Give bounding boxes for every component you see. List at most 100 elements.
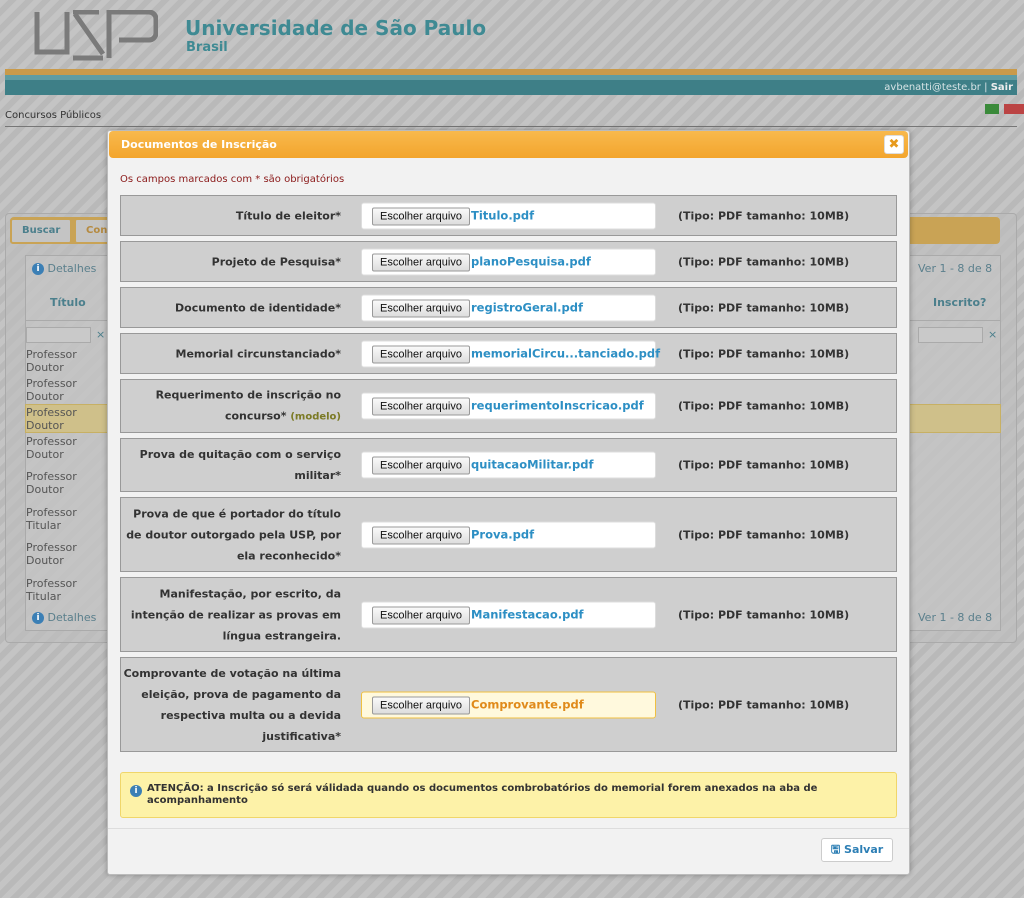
- cell-title: Professor: [26, 541, 77, 554]
- info-icon: i: [32, 612, 44, 624]
- file-input[interactable]: Escolher arquivo memorialCircu...tanciad…: [361, 340, 660, 367]
- choose-file-button[interactable]: Escolher arquivo: [372, 526, 470, 544]
- document-row: Documento de identidade* Escolher arquiv…: [120, 287, 897, 328]
- grid-row[interactable]: Professor Titular: [26, 506, 77, 532]
- field-label-text: Prova de que é portador do título de dou…: [126, 507, 341, 562]
- file-input[interactable]: Escolher arquivo registroGeral.pdf: [361, 294, 656, 321]
- details-label: Detalhes: [47, 611, 97, 624]
- divider: [108, 828, 909, 829]
- choose-file-button[interactable]: Escolher arquivo: [372, 207, 470, 225]
- document-row: Prova de que é portador do título de dou…: [120, 497, 897, 572]
- cell-title: Doutor: [26, 390, 64, 403]
- column-titulo[interactable]: Título: [50, 296, 86, 309]
- file-input[interactable]: Escolher arquivo requerimentoInscricao.p…: [361, 392, 656, 420]
- cell-title: Professor: [26, 435, 77, 448]
- file-type-hint: (Tipo: PDF tamanho: 10MB): [678, 698, 850, 711]
- cell-title: Doutor: [26, 448, 64, 461]
- file-input[interactable]: Escolher arquivo Titulo.pdf: [361, 202, 656, 229]
- save-button[interactable]: 🖫 Salvar: [821, 838, 893, 862]
- filter-inscrito-input[interactable]: [918, 327, 983, 343]
- field-label: Título de eleitor*: [121, 205, 341, 226]
- choose-file-button[interactable]: Escolher arquivo: [372, 299, 470, 317]
- grid-row[interactable]: Professor Doutor: [26, 435, 77, 461]
- modelo-link[interactable]: (modelo): [290, 412, 341, 423]
- cell-title: Professor: [26, 406, 77, 419]
- field-label-text: Projeto de Pesquisa*: [211, 255, 341, 268]
- file-name: planoPesquisa.pdf: [471, 254, 591, 268]
- file-type-hint: (Tipo: PDF tamanho: 10MB): [678, 608, 850, 621]
- choose-file-button[interactable]: Escolher arquivo: [372, 456, 470, 475]
- field-label-text: Título de eleitor*: [235, 209, 341, 222]
- details-bottom[interactable]: i Detalhes: [32, 611, 96, 624]
- file-input[interactable]: Escolher arquivo Comprovante.pdf: [361, 691, 656, 718]
- file-type-hint: (Tipo: PDF tamanho: 10MB): [678, 399, 850, 413]
- field-label: Prova de que é portador do título de dou…: [121, 503, 341, 566]
- filter-clear-button[interactable]: ×: [96, 328, 105, 341]
- cell-title: Doutor: [26, 554, 64, 567]
- column-inscrito[interactable]: Inscrito?: [933, 296, 986, 309]
- brazil-flag-icon[interactable]: [985, 104, 999, 114]
- field-label: Manifestação, por escrito, da intenção d…: [121, 583, 341, 646]
- grid-row[interactable]: Professor Doutor: [26, 377, 77, 403]
- cell-title: Professor: [26, 506, 77, 519]
- uk-flag-icon[interactable]: [1004, 104, 1024, 114]
- site-title: Universidade de São Paulo: [185, 16, 487, 40]
- field-label: Memorial circunstanciado*: [121, 343, 342, 364]
- field-label-text: Manifestação, por escrito, da intenção d…: [130, 587, 341, 642]
- filter-titulo-input[interactable]: [26, 327, 91, 343]
- field-label-text: Documento de identidade*: [175, 301, 341, 314]
- cell-title: Professor: [26, 577, 77, 590]
- field-label-text: Memorial circunstanciado*: [175, 347, 342, 360]
- choose-file-button[interactable]: Escolher arquivo: [372, 345, 470, 363]
- choose-file-button[interactable]: Escolher arquivo: [372, 606, 470, 624]
- file-input[interactable]: Escolher arquivo planoPesquisa.pdf: [361, 248, 656, 275]
- file-input[interactable]: Escolher arquivo Prova.pdf: [361, 521, 656, 548]
- field-label-text: Comprovante de votação na última eleição…: [123, 666, 341, 743]
- info-icon: i: [32, 263, 44, 275]
- close-icon[interactable]: ✖: [884, 135, 904, 154]
- grid-row[interactable]: Professor Doutor: [26, 470, 77, 496]
- breadcrumb[interactable]: Concursos Públicos: [5, 110, 101, 121]
- grid-row[interactable]: Professor Doutor: [26, 541, 77, 567]
- choose-file-button[interactable]: Escolher arquivo: [372, 253, 470, 271]
- file-type-hint: (Tipo: PDF tamanho: 10MB): [678, 528, 850, 541]
- dialog-title: Documentos de Inscrição: [109, 131, 908, 158]
- choose-file-button[interactable]: Escolher arquivo: [372, 696, 470, 714]
- info-icon: i: [130, 785, 142, 797]
- filter-clear-button[interactable]: ×: [988, 328, 997, 341]
- save-icon: 🖫: [830, 843, 841, 856]
- field-label: Documento de identidade*: [121, 297, 341, 318]
- required-note: Os campos marcados com * são obrigatório…: [120, 174, 345, 185]
- document-row: Título de eleitor* Escolher arquivo Titu…: [120, 195, 897, 236]
- file-name: Manifestacao.pdf: [471, 607, 584, 621]
- grid-row[interactable]: Professor Doutor: [26, 406, 77, 432]
- separator: |: [984, 82, 988, 93]
- pager-top: Ver 1 - 8 de 8: [918, 262, 993, 275]
- details-label: Detalhes: [47, 262, 97, 275]
- document-row: Projeto de Pesquisa* Escolher arquivo pl…: [120, 241, 897, 282]
- details-top[interactable]: i Detalhes: [32, 262, 96, 275]
- field-label: Prova de quitação com o serviço militar*: [121, 444, 341, 486]
- logout-link[interactable]: Sair: [991, 82, 1013, 93]
- document-row: Prova de quitação com o serviço militar*…: [120, 438, 897, 492]
- grid-row[interactable]: Professor Titular: [26, 577, 77, 603]
- file-name: memorialCircu...tanciado.pdf: [471, 346, 661, 360]
- cell-title: Doutor: [26, 361, 64, 374]
- grid-row[interactable]: Professor Doutor: [26, 348, 77, 374]
- cell-title: Professor: [26, 470, 77, 483]
- file-input[interactable]: Escolher arquivo quitacaoMilitar.pdf: [361, 451, 656, 479]
- file-type-hint: (Tipo: PDF tamanho: 10MB): [678, 255, 850, 268]
- choose-file-button[interactable]: Escolher arquivo: [372, 397, 470, 416]
- file-name: Comprovante.pdf: [471, 697, 584, 711]
- cell-title: Titular: [26, 519, 62, 532]
- document-row: Requerimento de inscrição no concurso* (…: [120, 379, 897, 433]
- tab-buscar[interactable]: Buscar: [10, 218, 73, 244]
- document-row: Memorial circunstanciado* Escolher arqui…: [120, 333, 897, 374]
- file-name: requerimentoInscricao.pdf: [471, 398, 644, 413]
- file-name: Prova.pdf: [471, 527, 535, 541]
- file-name: Titulo.pdf: [471, 208, 535, 222]
- file-name: quitacaoMilitar.pdf: [471, 457, 594, 472]
- pager-bottom: Ver 1 - 8 de 8: [918, 611, 993, 624]
- file-input[interactable]: Escolher arquivo Manifestacao.pdf: [361, 601, 656, 628]
- file-type-hint: (Tipo: PDF tamanho: 10MB): [678, 301, 850, 314]
